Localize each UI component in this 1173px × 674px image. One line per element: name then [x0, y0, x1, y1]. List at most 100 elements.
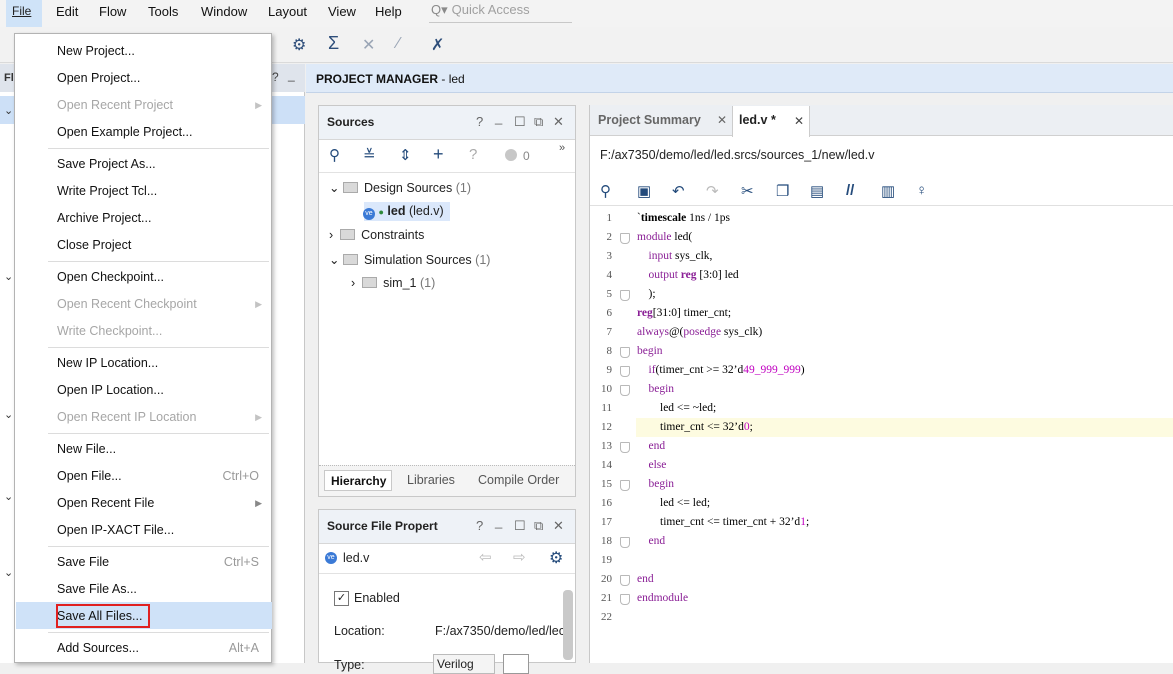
code-line[interactable]: else	[637, 459, 667, 471]
code-line[interactable]: end	[637, 535, 666, 547]
menu-save-file[interactable]: Save File	[57, 555, 109, 569]
scrollbar[interactable]	[563, 590, 573, 660]
menu-tools[interactable]: Tools	[148, 4, 178, 19]
chevron-down-icon[interactable]: ⌄	[4, 104, 13, 117]
code-line[interactable]: output reg [3:0] led	[637, 269, 739, 281]
menu-view[interactable]: View	[328, 4, 356, 19]
menu-layout[interactable]: Layout	[268, 4, 307, 19]
enabled-checkbox[interactable]: ✓	[334, 591, 349, 606]
float-icon[interactable]: ⧉	[534, 518, 543, 534]
tree-constraints[interactable]: › Constraints	[329, 228, 424, 242]
fold-marker-icon[interactable]	[620, 537, 630, 548]
cut-icon[interactable]: ✂	[741, 182, 754, 200]
lightbulb-icon[interactable]: ♀	[916, 182, 927, 199]
code-line[interactable]: timer_cnt <= 32’d0;	[637, 421, 753, 433]
menu-open-recent-ip-location[interactable]: Open Recent IP Location	[57, 410, 196, 424]
overflow-icon[interactable]: »	[559, 142, 565, 154]
search-icon[interactable]: ⚲	[600, 182, 611, 200]
tree-design-sources[interactable]: ⌄ Design Sources (1)	[329, 180, 471, 195]
minimize-icon[interactable]: _	[495, 514, 502, 529]
fold-marker-icon[interactable]	[620, 385, 630, 396]
tab-led-v[interactable]: led.v * ✕	[732, 106, 810, 137]
menu-edit[interactable]: Edit	[56, 4, 78, 19]
expand-all-icon[interactable]: ⇕	[399, 146, 412, 164]
fold-marker-icon[interactable]	[620, 290, 630, 301]
menu-open-file[interactable]: Open File...	[57, 469, 122, 483]
chevron-down-icon[interactable]: ⌄	[4, 490, 13, 503]
code-line[interactable]: led <= ~led;	[637, 402, 716, 414]
code-line[interactable]: begin	[637, 383, 675, 395]
menu-write-checkpoint[interactable]: Write Checkpoint...	[57, 324, 162, 338]
quick-access-input[interactable]: Q▾ Quick Access	[429, 1, 572, 23]
fold-marker-icon[interactable]	[620, 442, 630, 453]
sigma-icon[interactable]: Σ	[328, 33, 339, 54]
tree-simulation-sources[interactable]: ⌄ Simulation Sources (1)	[329, 252, 490, 267]
probe-disabled-icon[interactable]: ⁄	[397, 35, 400, 53]
close-icon[interactable]: ✕	[717, 113, 727, 127]
comment-icon[interactable]: //	[846, 182, 854, 199]
code-line[interactable]: end	[637, 573, 654, 585]
code-line[interactable]: input sys_clk,	[637, 250, 713, 262]
menu-window[interactable]: Window	[201, 4, 247, 19]
minimize-icon[interactable]: _	[288, 68, 295, 82]
menu-add-sources[interactable]: Add Sources...	[57, 641, 139, 655]
save-icon[interactable]: ▣	[637, 182, 651, 200]
code-line[interactable]: led <= led;	[637, 497, 710, 509]
code-line[interactable]: end	[637, 440, 666, 452]
fold-marker-icon[interactable]	[620, 480, 630, 491]
collapse-all-icon[interactable]: ≚	[363, 146, 376, 164]
code-line[interactable]: `timescale 1ns / 1ps	[637, 212, 730, 224]
add-sources-icon[interactable]: +	[433, 144, 444, 165]
menu-help[interactable]: Help	[375, 4, 402, 19]
menu-flow[interactable]: Flow	[99, 4, 126, 19]
menu-open-recent-file[interactable]: Open Recent File	[57, 496, 154, 510]
close-icon[interactable]: ✕	[794, 114, 804, 128]
menu-new-file[interactable]: New File...	[57, 442, 116, 456]
menu-open-recent-checkpoint[interactable]: Open Recent Checkpoint	[57, 297, 197, 311]
maximize-icon[interactable]: ☐	[514, 114, 526, 130]
menu-save-project-as[interactable]: Save Project As...	[57, 157, 156, 171]
code-line[interactable]: endmodule	[637, 592, 688, 604]
menu-open-project[interactable]: Open Project...	[57, 71, 140, 85]
code-line[interactable]: if(timer_cnt >= 32’d49_999_999)	[637, 364, 805, 376]
menu-close-project[interactable]: Close Project	[57, 238, 131, 252]
chevron-down-icon[interactable]: ⌄	[4, 270, 13, 283]
help-icon[interactable]: ?	[272, 70, 279, 84]
menu-open-checkpoint[interactable]: Open Checkpoint...	[57, 270, 164, 284]
code-line[interactable]: begin	[637, 478, 675, 490]
type-button[interactable]	[503, 654, 529, 674]
undo-icon[interactable]: ↶	[672, 182, 685, 200]
menu-new-ip-location[interactable]: New IP Location...	[57, 356, 158, 370]
code-line[interactable]: timer_cnt <= timer_cnt + 32’d1;	[637, 516, 809, 528]
chevron-down-icon[interactable]: ⌄	[4, 566, 13, 579]
menu-open-example-project[interactable]: Open Example Project...	[57, 125, 192, 139]
menu-save-file-as[interactable]: Save File As...	[57, 582, 137, 596]
tab-hierarchy[interactable]: Hierarchy	[324, 470, 392, 491]
menu-open-recent-project[interactable]: Open Recent Project	[57, 98, 173, 112]
maximize-icon[interactable]: ☐	[514, 518, 526, 534]
help-icon[interactable]: ?	[476, 114, 483, 129]
code-line[interactable]: begin	[637, 345, 663, 357]
tree-sim-1[interactable]: › sim_1 (1)	[351, 276, 435, 290]
paste-icon[interactable]: ▤	[810, 182, 824, 200]
help-icon[interactable]: ?	[476, 518, 483, 533]
copy-icon[interactable]: ❐	[776, 182, 789, 200]
close-icon[interactable]: ✕	[553, 518, 564, 534]
tab-compile-order[interactable]: Compile Order	[478, 473, 559, 487]
chevron-down-icon[interactable]: ⌄	[4, 408, 13, 421]
menu-archive-project[interactable]: Archive Project...	[57, 211, 151, 225]
code-line[interactable]: reg[31:0] timer_cnt;	[637, 307, 731, 319]
code-line[interactable]	[637, 554, 640, 566]
menu-open-ip-xact-file[interactable]: Open IP-XACT File...	[57, 523, 174, 537]
type-select[interactable]: Verilog	[433, 654, 495, 674]
tab-libraries[interactable]: Libraries	[407, 473, 455, 487]
fold-marker-icon[interactable]	[620, 366, 630, 377]
code-line[interactable]: always@(posedge sys_clk)	[637, 326, 762, 338]
code-line[interactable]: );	[637, 288, 656, 300]
back-arrow-icon[interactable]: ⇦	[479, 548, 492, 566]
forward-arrow-icon[interactable]: ⇨	[513, 548, 526, 566]
debug-disabled-icon[interactable]: ✕	[362, 35, 375, 55]
search-icon[interactable]: ⚲	[329, 146, 340, 164]
settings-gear-icon[interactable]: ⚙	[549, 548, 563, 568]
help-doc-icon[interactable]: ?	[469, 146, 477, 163]
